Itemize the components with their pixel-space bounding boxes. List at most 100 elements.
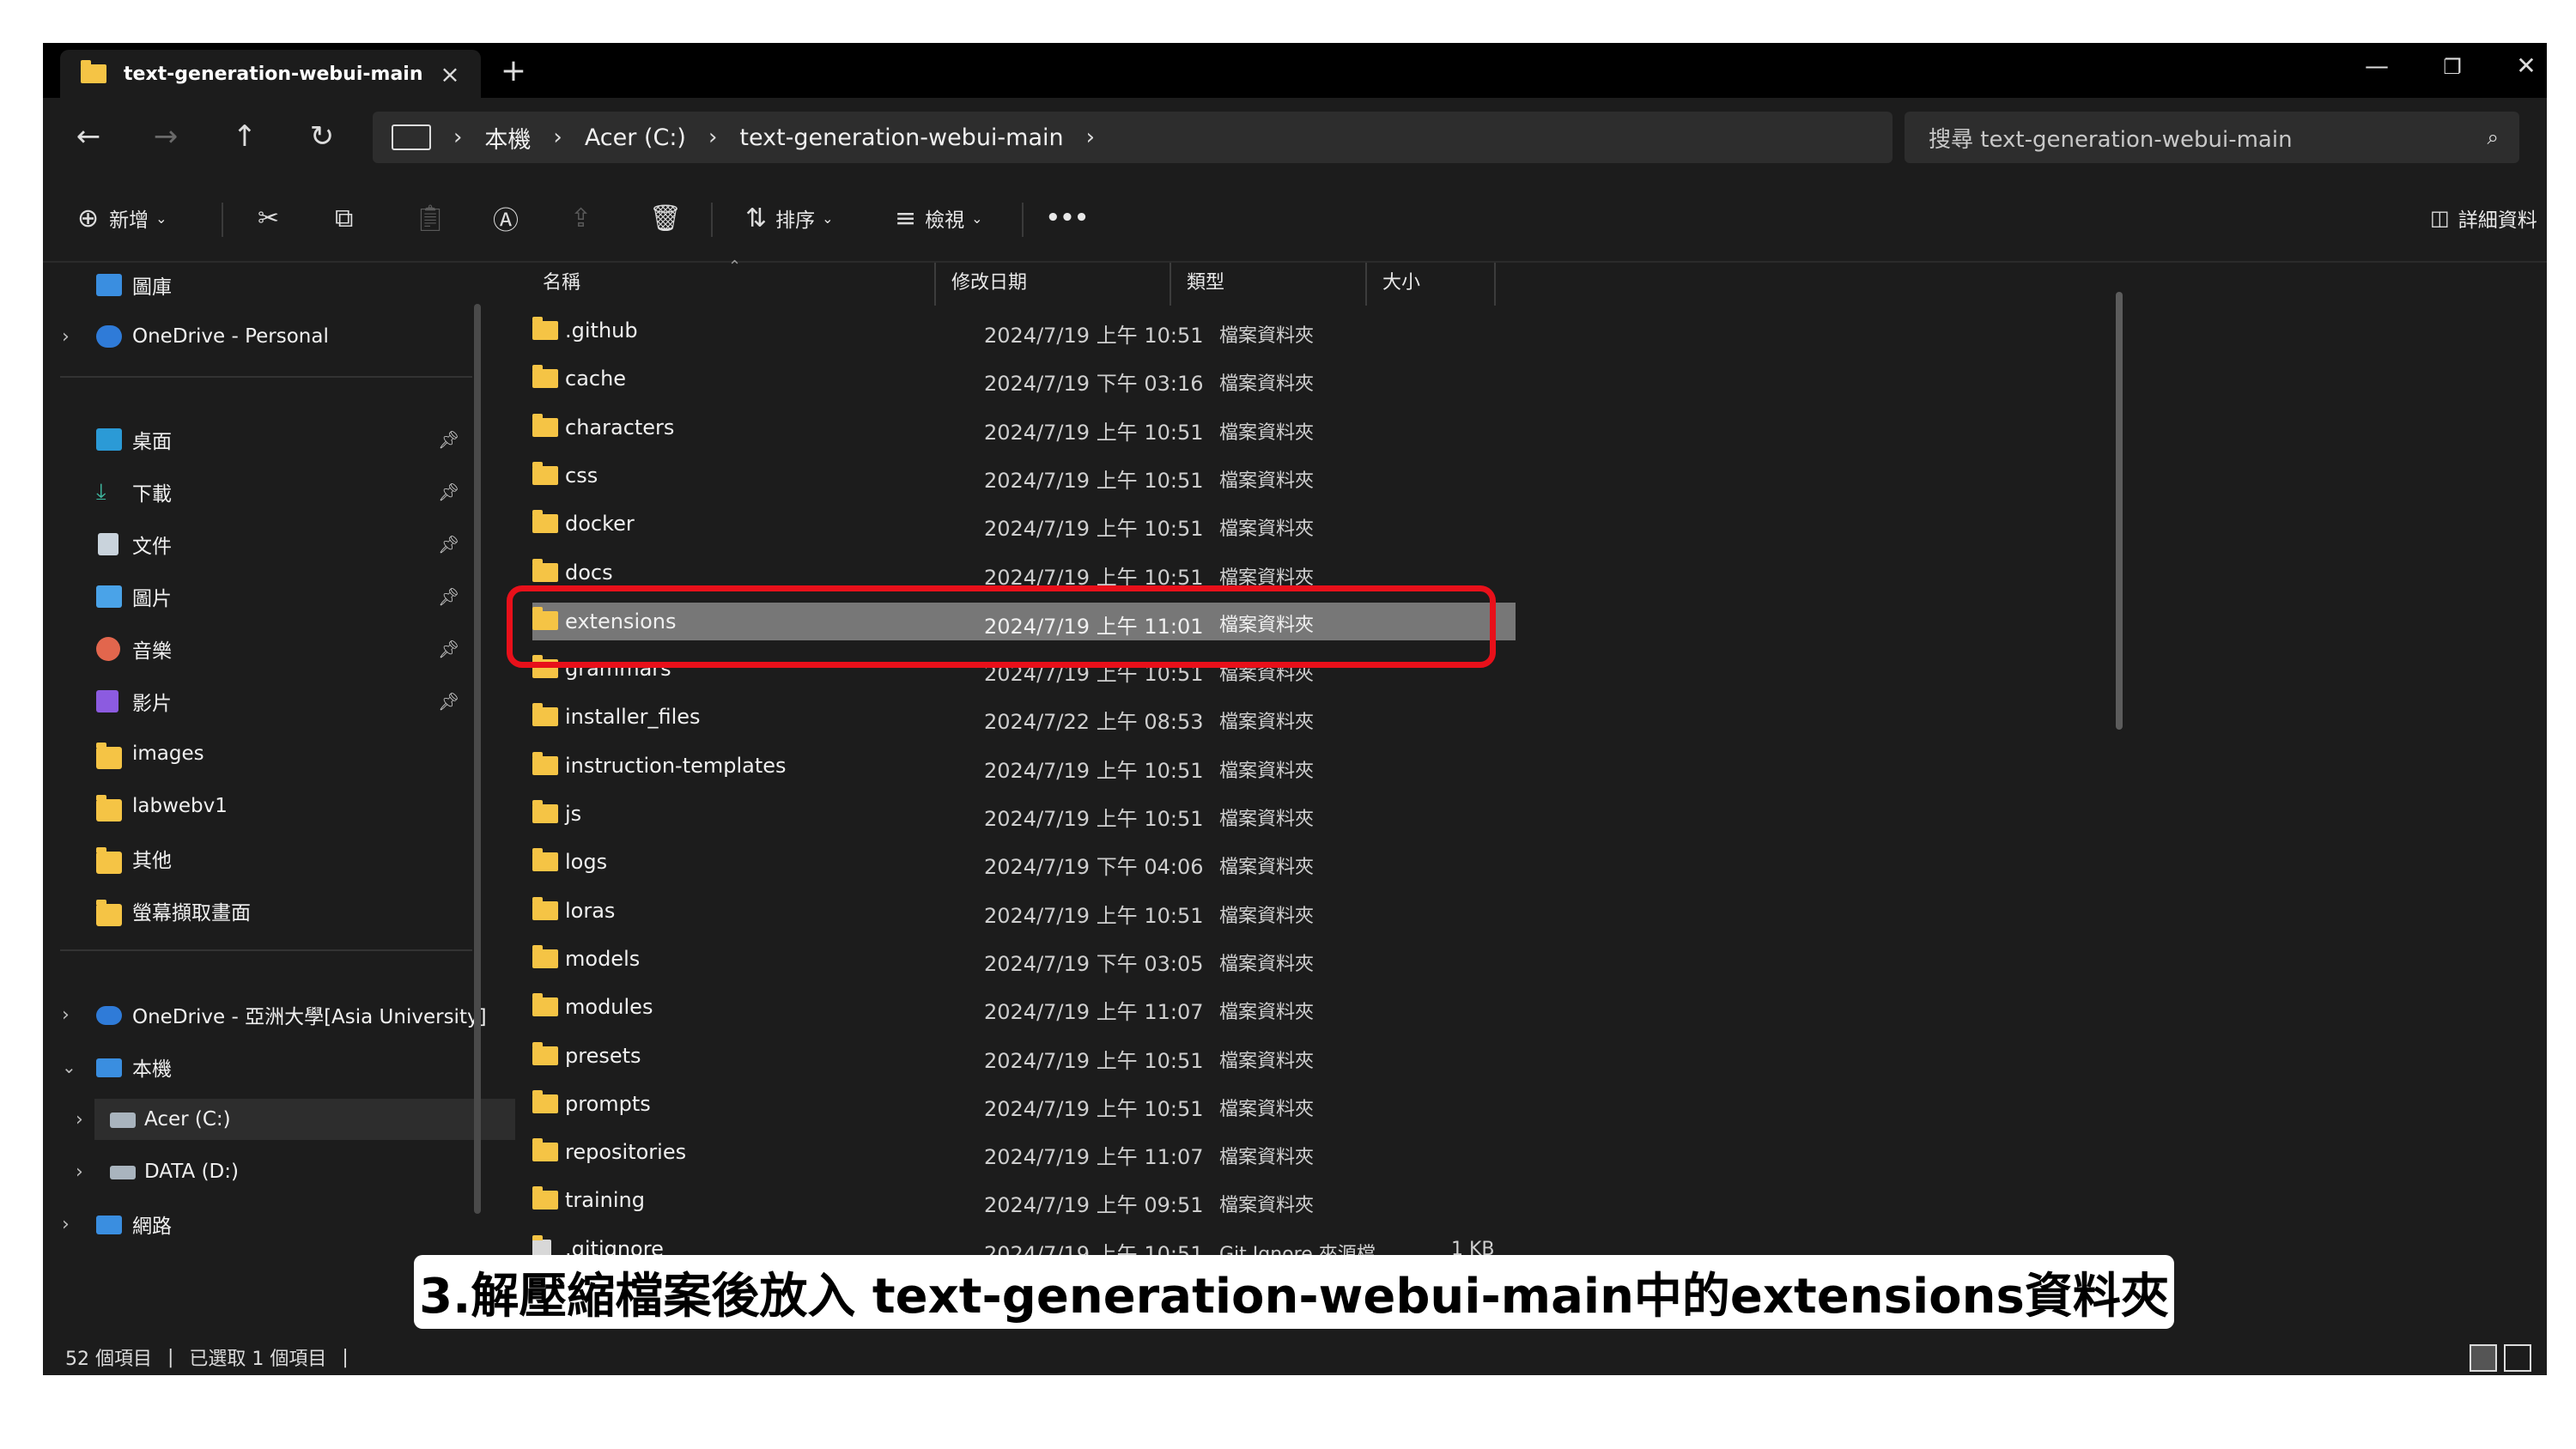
delete-button[interactable]: 🗑︎: [649, 199, 682, 237]
chevron-right-icon[interactable]: ›: [1086, 124, 1095, 150]
details-view-icon[interactable]: [2470, 1344, 2497, 1372]
file-row[interactable]: installer_files 2024/7/22 上午 08:53 檔案資料夾: [532, 694, 1516, 742]
explorer-tab[interactable]: text-generation-webui-main ×: [60, 50, 481, 98]
cut-button[interactable]: ✂: [258, 199, 279, 237]
sidebar-scrollbar[interactable]: [474, 304, 481, 1214]
file-name: js: [565, 802, 582, 826]
sidebar-item-desktop[interactable]: 桌面 📌︎: [43, 419, 489, 460]
sidebar-item-onedrive-personal[interactable]: › OneDrive - Personal: [43, 316, 489, 357]
address-bar[interactable]: › 本機 › Acer (C:) › text-generation-webui…: [373, 112, 1893, 163]
chevron-right-icon[interactable]: ›: [553, 124, 562, 150]
search-input[interactable]: 搜尋 text-generation-webui-main: [1929, 122, 2488, 154]
sidebar-item-label: 螢幕擷取畫面: [132, 902, 251, 925]
sidebar-item-music[interactable]: 音樂 📌︎: [43, 628, 489, 670]
sidebar-item-drive-c[interactable]: › Acer (C:): [76, 1099, 515, 1140]
breadcrumb-drive-c[interactable]: Acer (C:): [585, 124, 686, 151]
file-type: 檔案資料夾: [1219, 906, 1315, 927]
computer-icon: [392, 124, 431, 150]
file-row[interactable]: docker 2024/7/19 上午 10:51 檔案資料夾: [532, 500, 1516, 549]
close-tab-icon[interactable]: ×: [433, 60, 467, 88]
minimize-button[interactable]: —: [2351, 52, 2403, 80]
sidebar-item-documents[interactable]: 文件 📌︎: [43, 524, 489, 565]
file-row[interactable]: instruction-templates 2024/7/19 上午 10:51 檔…: [532, 743, 1516, 791]
view-button[interactable]: ≡ 檢視 ⌄: [895, 199, 983, 237]
close-window-button[interactable]: ✕: [2500, 52, 2547, 80]
pin-icon[interactable]: 📌︎: [438, 429, 459, 450]
search-box[interactable]: 搜尋 text-generation-webui-main ⌕: [1905, 112, 2519, 163]
sidebar-item-label: DATA (D:): [144, 1161, 239, 1183]
file-row[interactable]: js 2024/7/19 上午 10:51 檔案資料夾: [532, 791, 1516, 839]
new-button[interactable]: ⊕ 新增 ⌄: [77, 199, 167, 237]
forward-button[interactable]: →: [144, 115, 187, 158]
sidebar-item-downloads[interactable]: ⤓ 下載 📌︎: [43, 471, 489, 512]
chevron-right-icon[interactable]: ›: [76, 1109, 83, 1131]
sidebar-item-labwebv1[interactable]: labwebv1: [43, 785, 489, 827]
file-name: models: [565, 947, 641, 971]
more-options-button[interactable]: •••: [1046, 199, 1089, 237]
file-row[interactable]: presets 2024/7/19 上午 10:51 檔案資料夾: [532, 1033, 1516, 1081]
file-type: 檔案資料夾: [1219, 325, 1315, 347]
sidebar-item-drive-d[interactable]: › DATA (D:): [43, 1151, 489, 1192]
chevron-right-icon[interactable]: ›: [62, 1004, 70, 1026]
file-row[interactable]: prompts 2024/7/19 上午 10:51 檔案資料夾: [532, 1081, 1516, 1129]
column-header-type[interactable]: 類型: [1187, 263, 1224, 299]
file-row[interactable]: logs 2024/7/19 下午 04:06 檔案資料夾: [532, 839, 1516, 887]
share-button[interactable]: ⇪: [570, 199, 592, 237]
sidebar-item-gallery[interactable]: 圖庫: [43, 264, 489, 306]
rename-button[interactable]: Ⓐ: [493, 199, 519, 237]
column-header-size[interactable]: 大小: [1382, 263, 1420, 299]
refresh-button[interactable]: ↻: [301, 115, 343, 158]
file-row[interactable]: training 2024/7/19 上午 09:51 檔案資料夾: [532, 1177, 1516, 1225]
pin-icon[interactable]: 📌︎: [438, 482, 459, 502]
sidebar-item-this-pc[interactable]: ⌄ 本機: [43, 1046, 489, 1088]
back-button[interactable]: ←: [67, 115, 110, 158]
maximize-button[interactable]: ❐: [2427, 55, 2478, 79]
sidebar-item-images[interactable]: images: [43, 733, 489, 774]
column-separator[interactable]: [1365, 263, 1367, 306]
file-name: cache: [565, 367, 627, 391]
sort-button[interactable]: ⇅ 排序 ⌄: [745, 199, 834, 237]
file-row[interactable]: cache 2024/7/19 下午 03:16 檔案資料夾: [532, 355, 1516, 403]
file-type: 檔案資料夾: [1219, 470, 1315, 492]
up-button[interactable]: ↑: [223, 115, 266, 158]
sidebar-item-screenshots[interactable]: 螢幕擷取畫面: [43, 890, 489, 931]
sidebar-item-pictures[interactable]: 圖片 📌︎: [43, 576, 489, 617]
details-pane-button[interactable]: ◫ 詳細資料: [2430, 199, 2537, 237]
title-bar: text-generation-webui-main × + — ❐ ✕: [43, 43, 2547, 98]
file-row[interactable]: css 2024/7/19 上午 10:51 檔案資料夾: [532, 452, 1516, 500]
tiles-view-icon[interactable]: [2504, 1344, 2531, 1372]
file-modified-date: 2024/7/19 上午 10:51: [984, 1097, 1204, 1121]
chevron-right-icon[interactable]: ›: [76, 1161, 83, 1183]
sidebar-item-other[interactable]: 其他: [43, 838, 489, 879]
pin-icon[interactable]: 📌︎: [438, 534, 459, 555]
sort-ascending-icon: ⌃: [728, 258, 742, 276]
breadcrumb-folder[interactable]: text-generation-webui-main: [739, 124, 1063, 151]
file-row[interactable]: modules 2024/7/19 上午 11:07 檔案資料夾: [532, 984, 1516, 1032]
chevron-down-icon[interactable]: ⌄: [62, 1057, 76, 1077]
column-separator[interactable]: [1170, 263, 1171, 306]
pin-icon[interactable]: 📌︎: [438, 639, 459, 659]
pin-icon[interactable]: 📌︎: [438, 586, 459, 607]
breadcrumb-this-pc[interactable]: 本機: [484, 121, 531, 155]
file-row[interactable]: repositories 2024/7/19 上午 11:07 檔案資料夾: [532, 1129, 1516, 1177]
column-separator[interactable]: [934, 263, 936, 306]
file-row[interactable]: models 2024/7/19 下午 03:05 檔案資料夾: [532, 936, 1516, 984]
column-header-name[interactable]: 名稱: [543, 263, 580, 299]
file-row[interactable]: loras 2024/7/19 上午 10:51 檔案資料夾: [532, 888, 1516, 936]
file-row[interactable]: .github 2024/7/19 上午 10:51 檔案資料夾: [532, 307, 1516, 355]
new-tab-button[interactable]: +: [496, 53, 531, 88]
list-scrollbar[interactable]: [2116, 292, 2123, 730]
pin-icon[interactable]: 📌︎: [438, 691, 459, 712]
column-header-modified[interactable]: 修改日期: [951, 263, 1027, 299]
sidebar-item-onedrive-asia[interactable]: › OneDrive - 亞洲大學[Asia University]: [43, 994, 489, 1035]
copy-button[interactable]: ⧉: [335, 199, 353, 237]
chevron-right-icon[interactable]: ›: [708, 124, 717, 150]
sidebar-item-network[interactable]: › 網路: [43, 1203, 489, 1245]
file-row[interactable]: characters 2024/7/19 上午 10:51 檔案資料夾: [532, 404, 1516, 452]
sidebar-item-videos[interactable]: 影片 📌︎: [43, 681, 489, 722]
chevron-right-icon[interactable]: ›: [62, 1214, 70, 1235]
paste-button[interactable]: 📋︎: [414, 199, 447, 237]
column-separator[interactable]: [1494, 263, 1496, 306]
chevron-right-icon[interactable]: ›: [453, 124, 462, 150]
chevron-right-icon[interactable]: ›: [62, 326, 70, 348]
